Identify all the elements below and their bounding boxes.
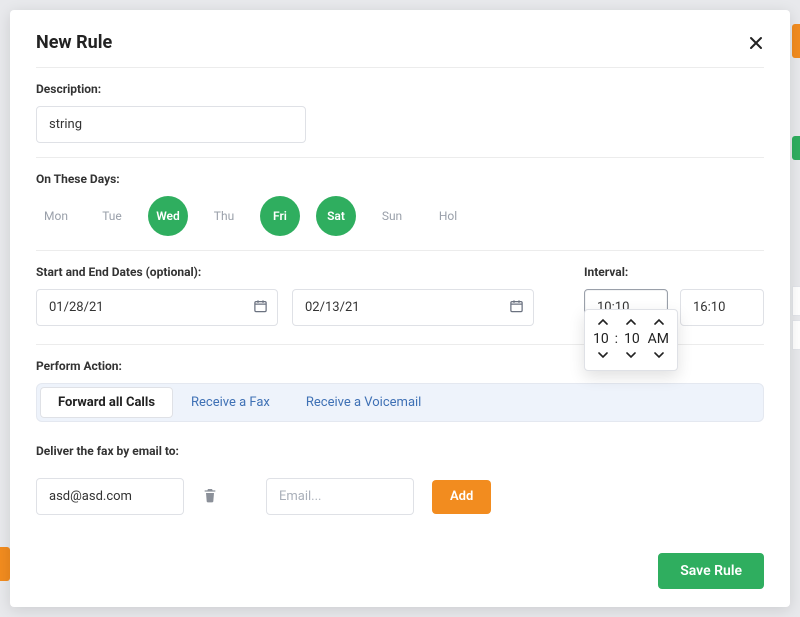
close-icon[interactable] bbox=[748, 35, 764, 51]
time-picker-meridiem[interactable]: AM bbox=[648, 331, 669, 347]
modal-footer: Save Rule bbox=[36, 553, 764, 589]
day-thu[interactable]: Thu bbox=[204, 196, 244, 236]
day-mon[interactable]: Mon bbox=[36, 196, 76, 236]
divider bbox=[36, 67, 764, 68]
action-tabgroup: Forward all CallsReceive a FaxReceive a … bbox=[36, 383, 764, 422]
day-sun[interactable]: Sun bbox=[372, 196, 412, 236]
existing-email-input[interactable] bbox=[36, 478, 184, 515]
time-picker-popover: 10 : 10 AM bbox=[584, 309, 678, 371]
trash-icon[interactable] bbox=[202, 486, 218, 508]
meridiem-down-icon[interactable] bbox=[648, 347, 670, 364]
day-wed[interactable]: Wed bbox=[148, 196, 188, 236]
divider bbox=[36, 250, 764, 251]
new-rule-modal: New Rule Description: On These Days: Mon… bbox=[10, 10, 790, 607]
day-hol[interactable]: Hol bbox=[428, 196, 468, 236]
days-label: On These Days: bbox=[36, 172, 764, 186]
description-input[interactable] bbox=[36, 106, 306, 143]
hour-up-icon[interactable] bbox=[592, 314, 614, 331]
deliver-row: Add bbox=[36, 478, 764, 515]
time-picker-colon: : bbox=[615, 331, 618, 347]
dates-row: Start and End Dates (optional): Interval… bbox=[36, 265, 764, 326]
start-date-input[interactable] bbox=[36, 289, 278, 326]
end-date-field[interactable] bbox=[292, 289, 534, 326]
hour-down-icon[interactable] bbox=[592, 347, 614, 364]
days-row: Mon Tue Wed Thu Fri Sat Sun Hol bbox=[36, 196, 764, 236]
action-tab-2[interactable]: Receive a Voicemail bbox=[288, 387, 439, 418]
end-date-input[interactable] bbox=[292, 289, 534, 326]
save-rule-button[interactable]: Save Rule bbox=[658, 553, 764, 589]
meridiem-up-icon[interactable] bbox=[648, 314, 670, 331]
start-date-field[interactable] bbox=[36, 289, 278, 326]
modal-header: New Rule bbox=[36, 32, 764, 53]
divider bbox=[36, 157, 764, 158]
modal-title: New Rule bbox=[36, 32, 112, 53]
new-email-input[interactable] bbox=[266, 478, 414, 515]
action-tab-0[interactable]: Forward all Calls bbox=[40, 387, 173, 418]
day-fri[interactable]: Fri bbox=[260, 196, 300, 236]
deliver-label: Deliver the fax by email to: bbox=[36, 444, 764, 458]
time-picker-hour[interactable]: 10 bbox=[593, 331, 609, 347]
minute-up-icon[interactable] bbox=[620, 314, 642, 331]
interval-end-input[interactable] bbox=[680, 289, 764, 326]
add-button[interactable]: Add bbox=[432, 480, 491, 514]
day-sat[interactable]: Sat bbox=[316, 196, 356, 236]
action-tab-1[interactable]: Receive a Fax bbox=[173, 387, 288, 418]
dates-label: Start and End Dates (optional): bbox=[36, 265, 534, 279]
day-tue[interactable]: Tue bbox=[92, 196, 132, 236]
time-picker-minute[interactable]: 10 bbox=[624, 331, 640, 347]
description-label: Description: bbox=[36, 82, 764, 96]
interval-label: Interval: bbox=[584, 265, 764, 279]
minute-down-icon[interactable] bbox=[620, 347, 642, 364]
